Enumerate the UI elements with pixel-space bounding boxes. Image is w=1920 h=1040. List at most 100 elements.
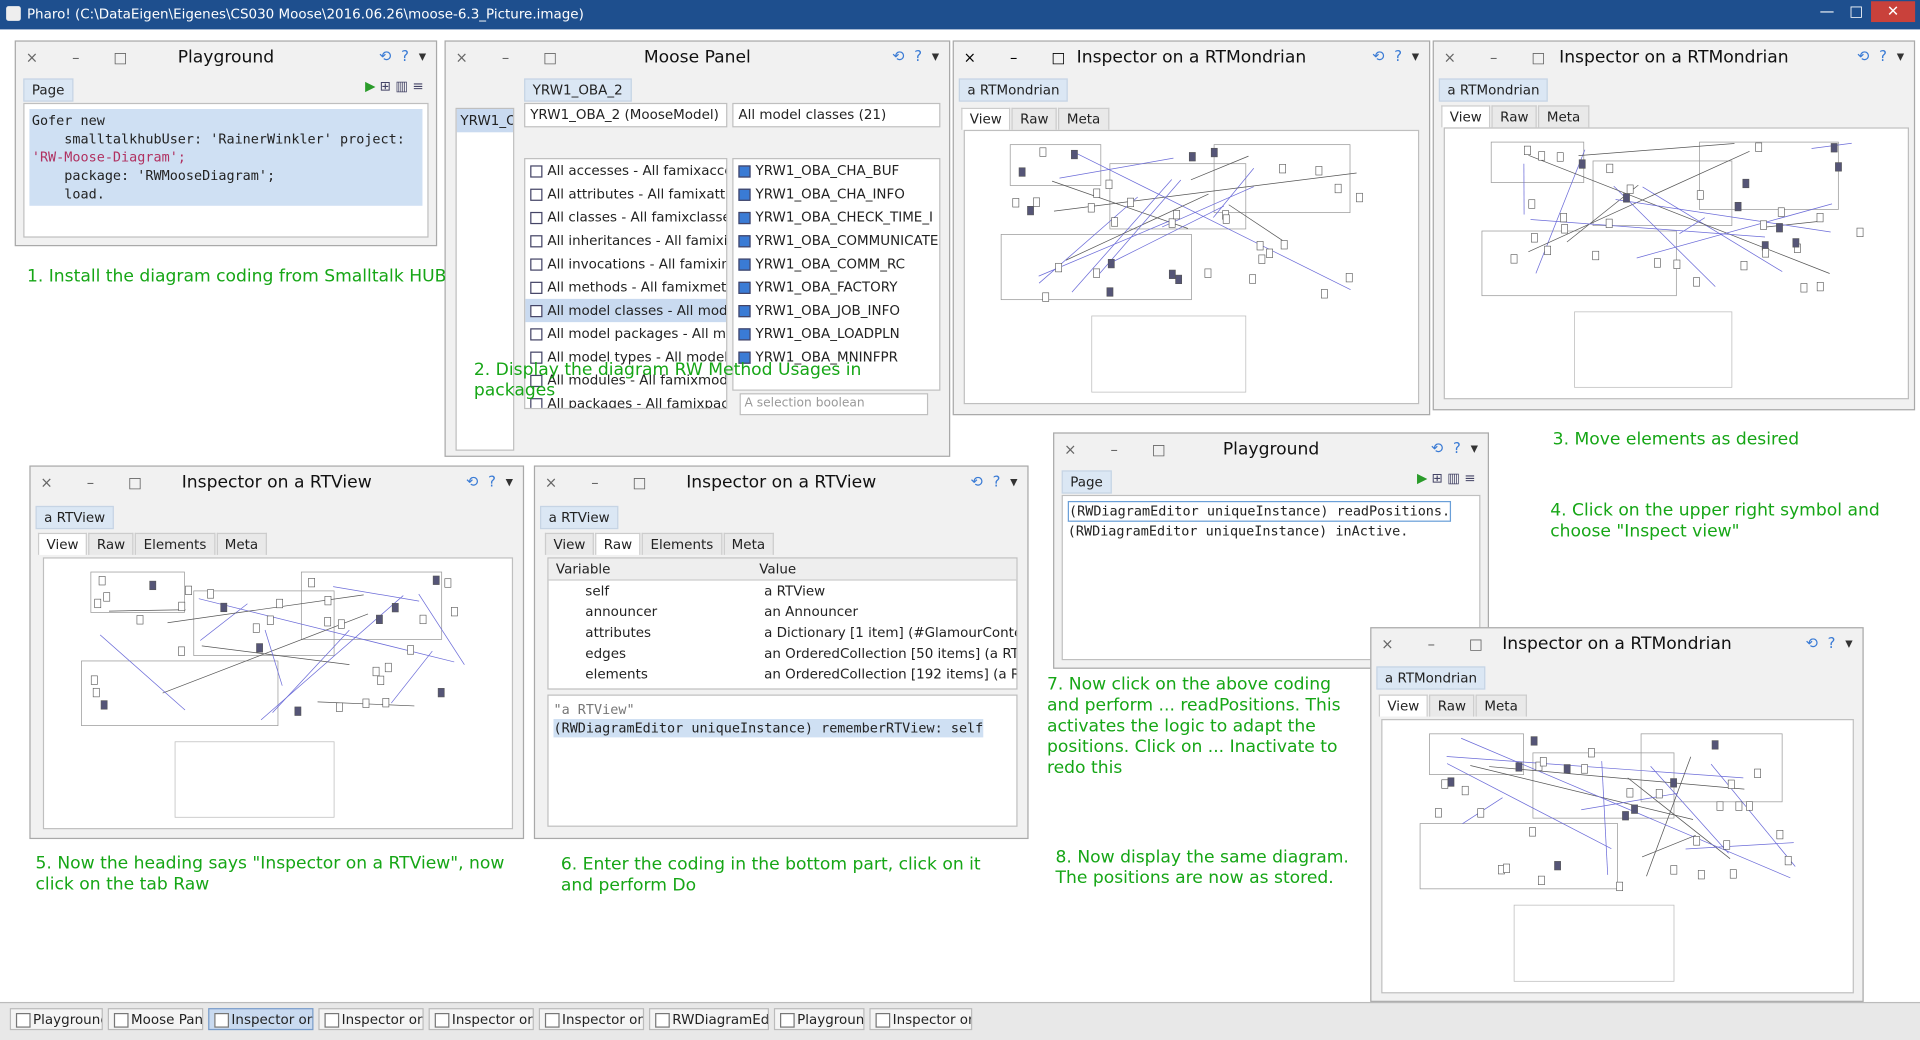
node[interactable] (1531, 233, 1538, 243)
node[interactable] (1071, 149, 1078, 160)
node[interactable] (1279, 164, 1286, 174)
node[interactable] (98, 576, 106, 586)
class-list-item[interactable]: YRW1_OBA_JOB_INFO (733, 299, 939, 322)
node[interactable] (1578, 159, 1586, 169)
node[interactable] (1588, 748, 1595, 758)
node[interactable] (1776, 829, 1784, 840)
node[interactable] (324, 596, 332, 606)
window-right-controls[interactable]: ⟲? ▾ (961, 473, 1017, 490)
node[interactable] (444, 578, 452, 588)
playground-code-pane[interactable]: Gofer new smalltalkhubUser: 'RainerWinkl… (23, 102, 429, 238)
class-list-item[interactable]: YRW1_OBA_COMMUNICATE (733, 229, 939, 252)
package-box[interactable] (193, 590, 335, 656)
node[interactable] (1280, 240, 1288, 250)
window-right-controls[interactable]: ⟲? ▾ (1421, 440, 1478, 457)
node[interactable] (1538, 875, 1545, 886)
eval-code[interactable]: (RWDiagramEditor uniqueInstance) remembe… (553, 719, 984, 738)
window-right-controls[interactable]: ⟲? ▾ (369, 48, 426, 65)
taskbar-item[interactable]: Inspector on... (208, 1008, 314, 1031)
table-row[interactable]: attributes a Dictionary [1 item] (#Glamou… (549, 622, 1016, 643)
group-list-item[interactable]: All classes - All famixclasses (525, 206, 726, 229)
group-list-item[interactable]: All model classes - All mode (525, 298, 727, 323)
node[interactable] (1204, 268, 1212, 278)
maximize-button[interactable]: □ (1842, 1, 1871, 22)
code-line-1[interactable]: (RWDiagramEditor uniqueInstance) readPos… (1067, 500, 1452, 522)
refresh-icon[interactable]: ⟲ (970, 473, 982, 490)
table-row[interactable]: elements an OrderedCollection [192 items]… (549, 664, 1016, 685)
node[interactable] (178, 646, 185, 656)
classes-header[interactable]: All model classes (21) (FAMIXCla... (732, 102, 941, 128)
node[interactable] (1605, 218, 1613, 228)
node[interactable] (1816, 281, 1824, 292)
node[interactable] (1673, 259, 1681, 269)
node[interactable] (1168, 218, 1176, 228)
node[interactable] (1727, 779, 1735, 789)
package-box[interactable] (1213, 144, 1351, 214)
help-icon[interactable]: ? (401, 48, 409, 65)
diagram-view[interactable] (42, 557, 514, 830)
subtab-view[interactable]: View (1378, 694, 1428, 717)
group-list-item[interactable]: All model packages - All mo (525, 322, 726, 345)
subtab-view[interactable]: View (37, 532, 88, 555)
node[interactable] (1042, 292, 1050, 302)
window-right-controls[interactable]: ⟲? ▾ (1362, 48, 1419, 65)
inspector-tab[interactable]: a RTMondrian (1438, 78, 1549, 102)
class-list-item[interactable]: YRW1_OBA_LOADPLN (733, 322, 939, 345)
node[interactable] (337, 619, 345, 629)
subtabs[interactable]: View Raw Meta (1378, 694, 1528, 717)
node[interactable] (1106, 287, 1114, 297)
node[interactable] (384, 662, 392, 673)
node[interactable] (90, 675, 98, 685)
node[interactable] (92, 687, 100, 698)
node[interactable] (1622, 811, 1629, 821)
node[interactable] (1723, 840, 1731, 850)
node[interactable] (1554, 861, 1561, 871)
node[interactable] (1538, 151, 1546, 161)
class-list-item[interactable]: YRW1_OBA_COMM_RC (733, 252, 939, 275)
node[interactable] (1616, 881, 1623, 892)
node[interactable] (294, 706, 302, 716)
refresh-icon[interactable]: ⟲ (892, 48, 904, 65)
node[interactable] (1173, 210, 1181, 220)
package-box[interactable] (1592, 160, 1733, 226)
node[interactable] (1334, 183, 1342, 194)
code-line-2[interactable]: (RWDiagramEditor uniqueInstance) inActiv… (1068, 522, 1475, 540)
node[interactable] (1530, 736, 1538, 746)
help-icon[interactable]: ? (1828, 634, 1836, 651)
node[interactable] (252, 623, 260, 633)
subtab-meta[interactable]: Meta (1538, 105, 1589, 128)
subtab-meta[interactable]: Meta (723, 532, 774, 555)
node[interactable] (1792, 238, 1800, 248)
class-list-item[interactable]: YRW1_OBA_CHECK_TIME_I (733, 206, 939, 229)
node[interactable] (1784, 855, 1792, 866)
group-list-item[interactable]: All invocations - All famixinv (525, 252, 726, 275)
node[interactable] (1776, 223, 1783, 233)
refresh-icon[interactable]: ⟲ (1806, 634, 1818, 651)
help-icon[interactable]: ? (1453, 440, 1461, 457)
node[interactable] (1655, 789, 1663, 799)
node[interactable] (1055, 262, 1062, 273)
node[interactable] (372, 666, 380, 677)
node[interactable] (1800, 283, 1808, 293)
node[interactable] (1093, 188, 1101, 198)
subtab-view[interactable]: View (961, 107, 1011, 130)
table-row[interactable]: announcer an Announcer (549, 601, 1017, 622)
help-icon[interactable]: ? (488, 473, 496, 490)
subtab-raw[interactable]: Raw (1491, 105, 1538, 128)
refresh-icon[interactable]: ⟲ (1431, 440, 1443, 457)
taskbar-item[interactable]: Inspector on... (318, 1008, 424, 1031)
node[interactable] (1755, 142, 1763, 152)
taskbar-item[interactable]: Playground (773, 1008, 865, 1031)
subtabs[interactable]: View Raw Meta (961, 107, 1110, 130)
taskbar-item[interactable]: Inspector on... (428, 1008, 534, 1031)
close-window-button[interactable]: ✕ (1871, 1, 1916, 23)
subtab-raw[interactable]: Raw (1011, 107, 1058, 130)
node[interactable] (1760, 220, 1767, 230)
window-right-controls[interactable]: ⟲? ▾ (1847, 48, 1904, 65)
page-tab[interactable]: Page (1061, 470, 1112, 494)
node[interactable] (432, 575, 440, 585)
node[interactable] (1210, 147, 1218, 158)
node[interactable] (1266, 248, 1273, 258)
class-list-item[interactable]: YRW1_OBA_FACTORY (733, 276, 939, 299)
menu-icon[interactable]: ▾ (419, 48, 426, 65)
